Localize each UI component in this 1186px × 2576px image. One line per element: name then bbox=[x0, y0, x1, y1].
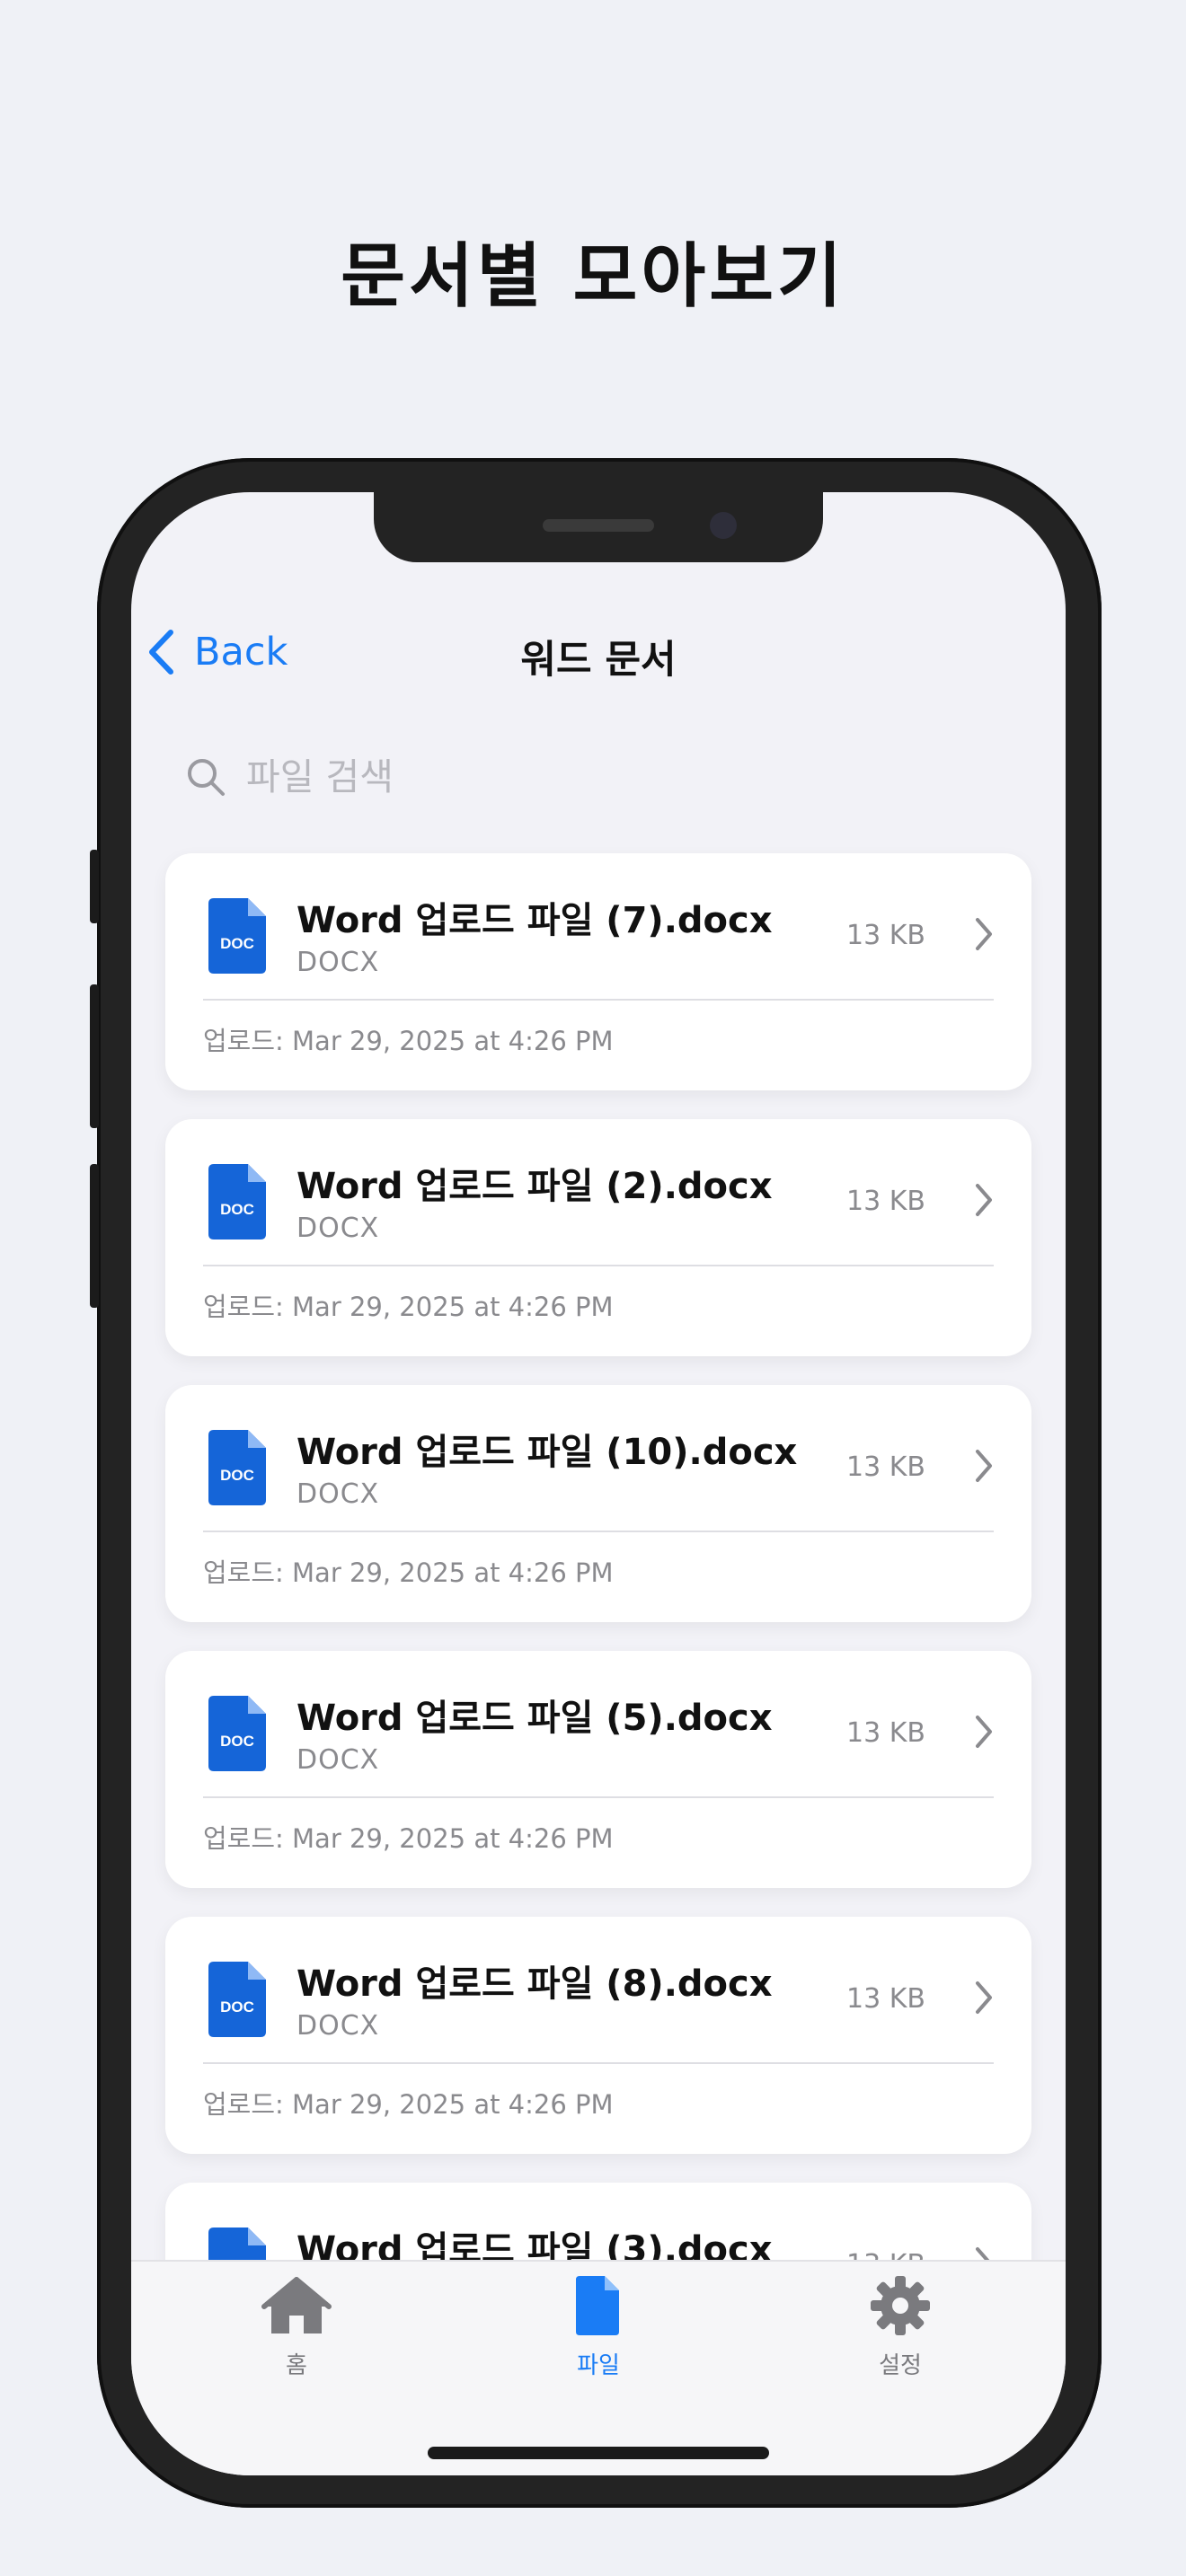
doc-file-icon: DOC bbox=[208, 1164, 266, 1239]
volume-up-button bbox=[90, 984, 99, 1128]
file-name: Word 업로드 파일 (5).docx bbox=[296, 1698, 773, 1739]
notch bbox=[374, 492, 823, 562]
divider bbox=[203, 1265, 994, 1266]
chevron-right-icon bbox=[976, 1184, 992, 1216]
file-name: Word 업로드 파일 (2).docx bbox=[296, 1166, 773, 1207]
tab-bar: 홈 파일 설정 bbox=[131, 2260, 1066, 2475]
svg-text:DOC: DOC bbox=[220, 935, 254, 952]
file-card[interactable]: DOC Word 업로드 파일 (7).docx DOCX 13 KB 업로드:… bbox=[165, 853, 1031, 1090]
doc-file-icon: DOC bbox=[208, 898, 266, 974]
tab-files[interactable]: 파일 bbox=[527, 2274, 670, 2380]
file-size: 13 KB bbox=[846, 1186, 925, 1217]
file-list: DOC Word 업로드 파일 (7).docx DOCX 13 KB 업로드:… bbox=[165, 853, 1031, 2448]
file-name: Word 업로드 파일 (10).docx bbox=[296, 1432, 798, 1473]
tab-settings-label: 설정 bbox=[879, 2352, 922, 2379]
file-type: DOCX bbox=[296, 1213, 380, 1244]
upload-date: 업로드: Mar 29, 2025 at 4:26 PM bbox=[203, 1557, 614, 1588]
home-indicator bbox=[428, 2447, 769, 2459]
chevron-right-icon bbox=[976, 918, 992, 950]
document-icon bbox=[576, 2276, 619, 2335]
upload-date: 업로드: Mar 29, 2025 at 4:26 PM bbox=[203, 1823, 614, 1854]
file-type: DOCX bbox=[296, 2010, 380, 2042]
volume-down-button bbox=[90, 1164, 99, 1308]
chevron-right-icon bbox=[976, 1981, 992, 2014]
file-card[interactable]: DOC Word 업로드 파일 (5).docx DOCX 13 KB 업로드:… bbox=[165, 1651, 1031, 1888]
nav-title: 워드 문서 bbox=[520, 638, 677, 683]
doc-file-icon: DOC bbox=[208, 1696, 266, 1771]
doc-file-icon: DOC bbox=[208, 1430, 266, 1505]
file-type: DOCX bbox=[296, 1478, 380, 1510]
svg-text:DOC: DOC bbox=[220, 1467, 254, 1484]
upload-date: 업로드: Mar 29, 2025 at 4:26 PM bbox=[203, 1292, 614, 1322]
gear-icon bbox=[871, 2276, 930, 2335]
search-bar[interactable] bbox=[185, 745, 787, 808]
search-input[interactable] bbox=[244, 754, 787, 799]
chevron-right-icon bbox=[976, 1450, 992, 1482]
file-card[interactable]: DOC Word 업로드 파일 (10).docx DOCX 13 KB 업로드… bbox=[165, 1385, 1031, 1622]
divider bbox=[203, 2062, 994, 2064]
file-size: 13 KB bbox=[846, 1717, 925, 1749]
file-type: DOCX bbox=[296, 1744, 380, 1776]
svg-text:DOC: DOC bbox=[220, 1733, 254, 1750]
file-name: Word 업로드 파일 (7).docx bbox=[296, 900, 773, 941]
divider bbox=[203, 1531, 994, 1532]
file-size: 13 KB bbox=[846, 1983, 925, 2015]
tab-files-label: 파일 bbox=[577, 2352, 620, 2379]
upload-date: 업로드: Mar 29, 2025 at 4:26 PM bbox=[203, 2089, 614, 2120]
tab-home[interactable]: 홈 bbox=[225, 2274, 368, 2380]
file-size: 13 KB bbox=[846, 1451, 925, 1483]
tab-home-label: 홈 bbox=[286, 2352, 307, 2379]
search-icon bbox=[188, 759, 225, 796]
upload-date: 업로드: Mar 29, 2025 at 4:26 PM bbox=[203, 1026, 614, 1056]
front-camera bbox=[710, 512, 737, 539]
speaker bbox=[543, 519, 654, 532]
divider bbox=[203, 999, 994, 1001]
tab-settings[interactable]: 설정 bbox=[828, 2274, 972, 2380]
app-screen: Back 워드 문서 DOC Word 업로드 파일 (7).docx DOCX… bbox=[131, 492, 1066, 2475]
divider bbox=[203, 1796, 994, 1798]
file-size: 13 KB bbox=[846, 920, 925, 951]
navigation-bar: Back 워드 문서 bbox=[131, 609, 1066, 699]
svg-text:DOC: DOC bbox=[220, 1998, 254, 2016]
silent-switch bbox=[90, 850, 99, 923]
file-type: DOCX bbox=[296, 947, 380, 978]
house-icon bbox=[261, 2277, 332, 2333]
file-name: Word 업로드 파일 (8).docx bbox=[296, 1963, 773, 2005]
file-card[interactable]: DOC Word 업로드 파일 (2).docx DOCX 13 KB 업로드:… bbox=[165, 1119, 1031, 1356]
page-heading: 문서별 모아보기 bbox=[341, 236, 845, 317]
doc-file-icon: DOC bbox=[208, 1962, 266, 2037]
chevron-right-icon bbox=[976, 1716, 992, 1748]
file-card[interactable]: DOC Word 업로드 파일 (8).docx DOCX 13 KB 업로드:… bbox=[165, 1917, 1031, 2154]
svg-text:DOC: DOC bbox=[220, 1201, 254, 1218]
